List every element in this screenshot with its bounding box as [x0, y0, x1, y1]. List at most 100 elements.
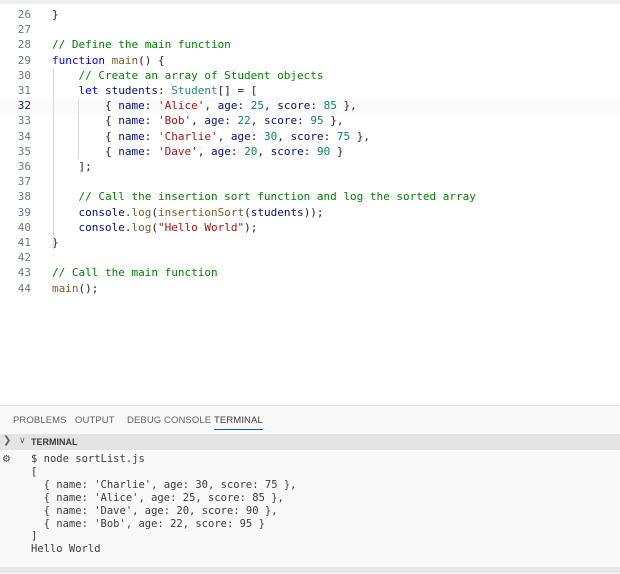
- code-token: score: [290, 129, 324, 143]
- line-number: 42: [17, 251, 31, 265]
- code-token: :: [297, 114, 311, 128]
- code-token: ,: [217, 129, 231, 143]
- settings-gear-icon[interactable]: ⚙: [2, 454, 11, 465]
- code-token: (: [244, 205, 251, 219]
- code-token: :: [250, 129, 264, 143]
- code-token: log: [131, 205, 152, 219]
- code-line[interactable]: 31 let students: Student[] = [: [0, 83, 620, 98]
- code-token: log: [131, 220, 152, 234]
- line-number: 31: [17, 84, 31, 97]
- code-token: students: [250, 205, 304, 219]
- code-token: age: [204, 114, 225, 128]
- code-token: ];: [52, 160, 92, 173]
- code-token: }: [52, 8, 59, 21]
- code-token: {: [52, 129, 119, 143]
- terminal-output[interactable]: ⚙ $ node sortList.js[ { name: 'Charlie',…: [0, 450, 620, 574]
- code-token: ,: [197, 144, 211, 158]
- code-line[interactable]: 30 // Create an array of Student objects: [0, 68, 620, 83]
- code-line[interactable]: 33 { name: 'Bob', age: 22, score: 95 },: [0, 113, 620, 128]
- code-line[interactable]: 44 main();: [0, 281, 620, 296]
- line-number: 37: [17, 175, 31, 189]
- code-line[interactable]: 26}: [0, 7, 620, 22]
- code-token: :: [303, 144, 317, 158]
- code-line[interactable]: 38 // Call the insertion sort function a…: [0, 189, 620, 204]
- line-code: { name: 'Dave', age: 20, score: 90 }: [52, 144, 344, 159]
- line-code: { name: 'Charlie', age: 30, score: 75 },: [52, 129, 370, 144]
- line-code: // Call the main function: [52, 265, 218, 280]
- code-token: name: [118, 144, 145, 158]
- code-token: 20: [244, 144, 258, 158]
- code-token: age: [230, 129, 251, 143]
- code-token: age: [217, 99, 238, 113]
- code-token: ));: [303, 205, 324, 219]
- code-token: 90: [316, 144, 331, 158]
- code-token: ();: [78, 281, 99, 295]
- code-line[interactable]: 27: [0, 22, 620, 37]
- code-token: },: [323, 114, 344, 128]
- chevron-right-icon[interactable]: ❯: [3, 435, 11, 446]
- code-line[interactable]: 41}: [0, 235, 620, 250]
- code-line[interactable]: 40 console.log("Hello World");: [0, 220, 620, 235]
- tab-debug-console[interactable]: DEBUG CONSOLE: [127, 415, 211, 426]
- code-token: :: [144, 129, 158, 143]
- code-token: },: [336, 99, 357, 113]
- code-token: {: [52, 144, 119, 158]
- code-token: 'Dave': [157, 144, 198, 158]
- code-token: 'Bob': [157, 114, 192, 128]
- code-token: // Call the insertion sort function and …: [52, 190, 476, 204]
- code-token: 85: [323, 99, 337, 113]
- code-line[interactable]: 42: [0, 250, 620, 265]
- line-code: }: [52, 7, 59, 22]
- code-token: (: [151, 220, 158, 234]
- code-line[interactable]: 28 // Define the main function: [0, 37, 620, 52]
- tab-problems[interactable]: PROBLEMS: [13, 415, 67, 426]
- code-token: }: [330, 144, 344, 158]
- code-token: [] = [: [217, 84, 258, 97]
- line-number: 41: [17, 236, 31, 249]
- code-token: :: [323, 129, 337, 143]
- terminal-line: Hello World: [31, 543, 101, 556]
- code-line[interactable]: 43 // Call the main function: [0, 265, 620, 280]
- line-number: 30: [17, 68, 31, 82]
- line-code: console.log("Hello World");: [52, 220, 258, 235]
- code-line[interactable]: 35 { name: 'Dave', age: 20, score: 90 }: [0, 144, 620, 159]
- code-line[interactable]: 34 { name: 'Charlie', age: 30, score: 75…: [0, 129, 620, 144]
- code-editor[interactable]: 26} 27 28// Define the main function 29 func…: [0, 0, 620, 405]
- terminal-line: [: [31, 465, 38, 478]
- code-line[interactable]: 29 function main() {: [0, 53, 620, 68]
- line-number: 40: [17, 220, 31, 234]
- chevron-down-icon[interactable]: ∨: [19, 436, 26, 446]
- code-token: ,: [204, 99, 218, 113]
- code-token: let: [78, 84, 99, 97]
- tab-output[interactable]: OUTPUT: [75, 415, 115, 426]
- code-line[interactable]: 36 ];: [0, 159, 620, 174]
- code-token: :: [144, 144, 158, 158]
- code-token: score: [263, 114, 298, 128]
- code-token: score: [270, 144, 304, 158]
- code-token: score: [277, 99, 311, 113]
- tab-terminal[interactable]: TERMINAL: [214, 415, 263, 430]
- code-token: 'Charlie': [157, 129, 218, 143]
- code-token: :: [157, 84, 172, 97]
- code-token: :: [144, 99, 158, 113]
- terminal-line: { name: 'Dave', age: 20, score: 90 },: [31, 504, 278, 517]
- editor-top-border: [0, 0, 620, 4]
- code-token: (: [151, 205, 158, 219]
- line-number: 27: [17, 23, 31, 37]
- line-code: // Call the insertion sort function and …: [52, 189, 476, 204]
- code-token: :: [237, 99, 251, 113]
- code-line[interactable]: 32 { name: 'Alice', age: 25, score: 85 }…: [0, 98, 620, 114]
- code-line[interactable]: 37: [0, 174, 620, 189]
- line-number: 36: [17, 160, 31, 173]
- terminal-line: { name: 'Alice', age: 25, score: 85 },: [31, 491, 284, 504]
- terminal-line: $ node sortList.js: [31, 453, 145, 465]
- code-line[interactable]: 39 console.log(insertionSort(students));: [0, 205, 620, 220]
- code-token: name: [118, 99, 145, 113]
- terminal-section-header[interactable]: ❯ ∨ TERMINAL: [0, 434, 620, 450]
- code-token: // Call the main function: [52, 266, 218, 280]
- code-token: :: [310, 99, 324, 113]
- code-token: 95: [310, 114, 324, 128]
